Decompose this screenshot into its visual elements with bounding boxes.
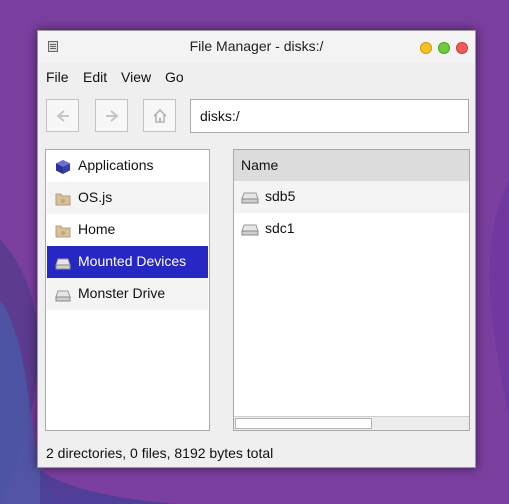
file-row[interactable]: sdc1 — [234, 213, 469, 245]
file-name: sdc1 — [265, 220, 295, 236]
sidebar-item-label: Monster Drive — [78, 285, 166, 301]
arrow-right-icon — [106, 110, 119, 122]
menu-file[interactable]: File — [46, 69, 69, 85]
menu-view[interactable]: View — [121, 69, 151, 85]
home-icon — [153, 108, 167, 123]
sidebar-item-mounted-devices[interactable]: Mounted Devices — [47, 246, 208, 278]
title-bar[interactable]: File Manager - disks:/ — [38, 31, 475, 63]
sidebar-item-applications[interactable]: Applications — [47, 150, 208, 182]
drive-icon — [55, 258, 71, 270]
sidebar-item-label: Mounted Devices — [78, 253, 187, 269]
sidebar-item-home[interactable]: Home — [47, 214, 208, 246]
arrow-left-icon — [56, 110, 69, 122]
minimize-button[interactable] — [420, 42, 432, 54]
folder-icon — [55, 225, 71, 238]
file-row[interactable]: sdb5 — [234, 181, 469, 213]
sidebar-item-label: OS.js — [78, 189, 113, 205]
horizontal-scrollbar[interactable] — [234, 416, 469, 430]
back-button[interactable] — [46, 99, 79, 132]
menu-go[interactable]: Go — [165, 69, 184, 85]
folder-icon — [55, 193, 71, 206]
column-header-name[interactable]: Name — [234, 150, 469, 181]
maximize-button[interactable] — [438, 42, 450, 54]
places-sidebar: Applications OS.js Home Mounted Devices — [45, 149, 210, 431]
sidebar-item-monster-drive[interactable]: Monster Drive — [47, 278, 208, 310]
forward-button[interactable] — [95, 99, 128, 132]
sidebar-item-label: Home — [78, 221, 116, 237]
menu-bar: File Edit View Go — [38, 63, 475, 89]
file-manager-window: File Manager - disks:/ File Edit View Go… — [37, 30, 476, 468]
home-button[interactable] — [143, 99, 176, 132]
status-bar: 2 directories, 0 files, 8192 bytes total — [46, 445, 274, 461]
drive-icon — [55, 290, 71, 302]
drive-icon — [241, 224, 259, 236]
close-button[interactable] — [456, 42, 468, 54]
menu-edit[interactable]: Edit — [83, 69, 107, 85]
address-bar[interactable]: disks:/ — [190, 99, 469, 133]
window-title: File Manager - disks:/ — [189, 38, 324, 54]
sidebar-item-label: Applications — [78, 157, 154, 173]
file-list: Name sdb5 sdc1 — [233, 149, 470, 431]
drive-icon — [241, 192, 259, 204]
file-name: sdb5 — [265, 188, 296, 204]
cube-icon — [56, 160, 70, 174]
sidebar-item-osjs[interactable]: OS.js — [47, 182, 208, 214]
column-header-label: Name — [241, 157, 279, 173]
scrollbar-thumb[interactable] — [235, 418, 372, 429]
